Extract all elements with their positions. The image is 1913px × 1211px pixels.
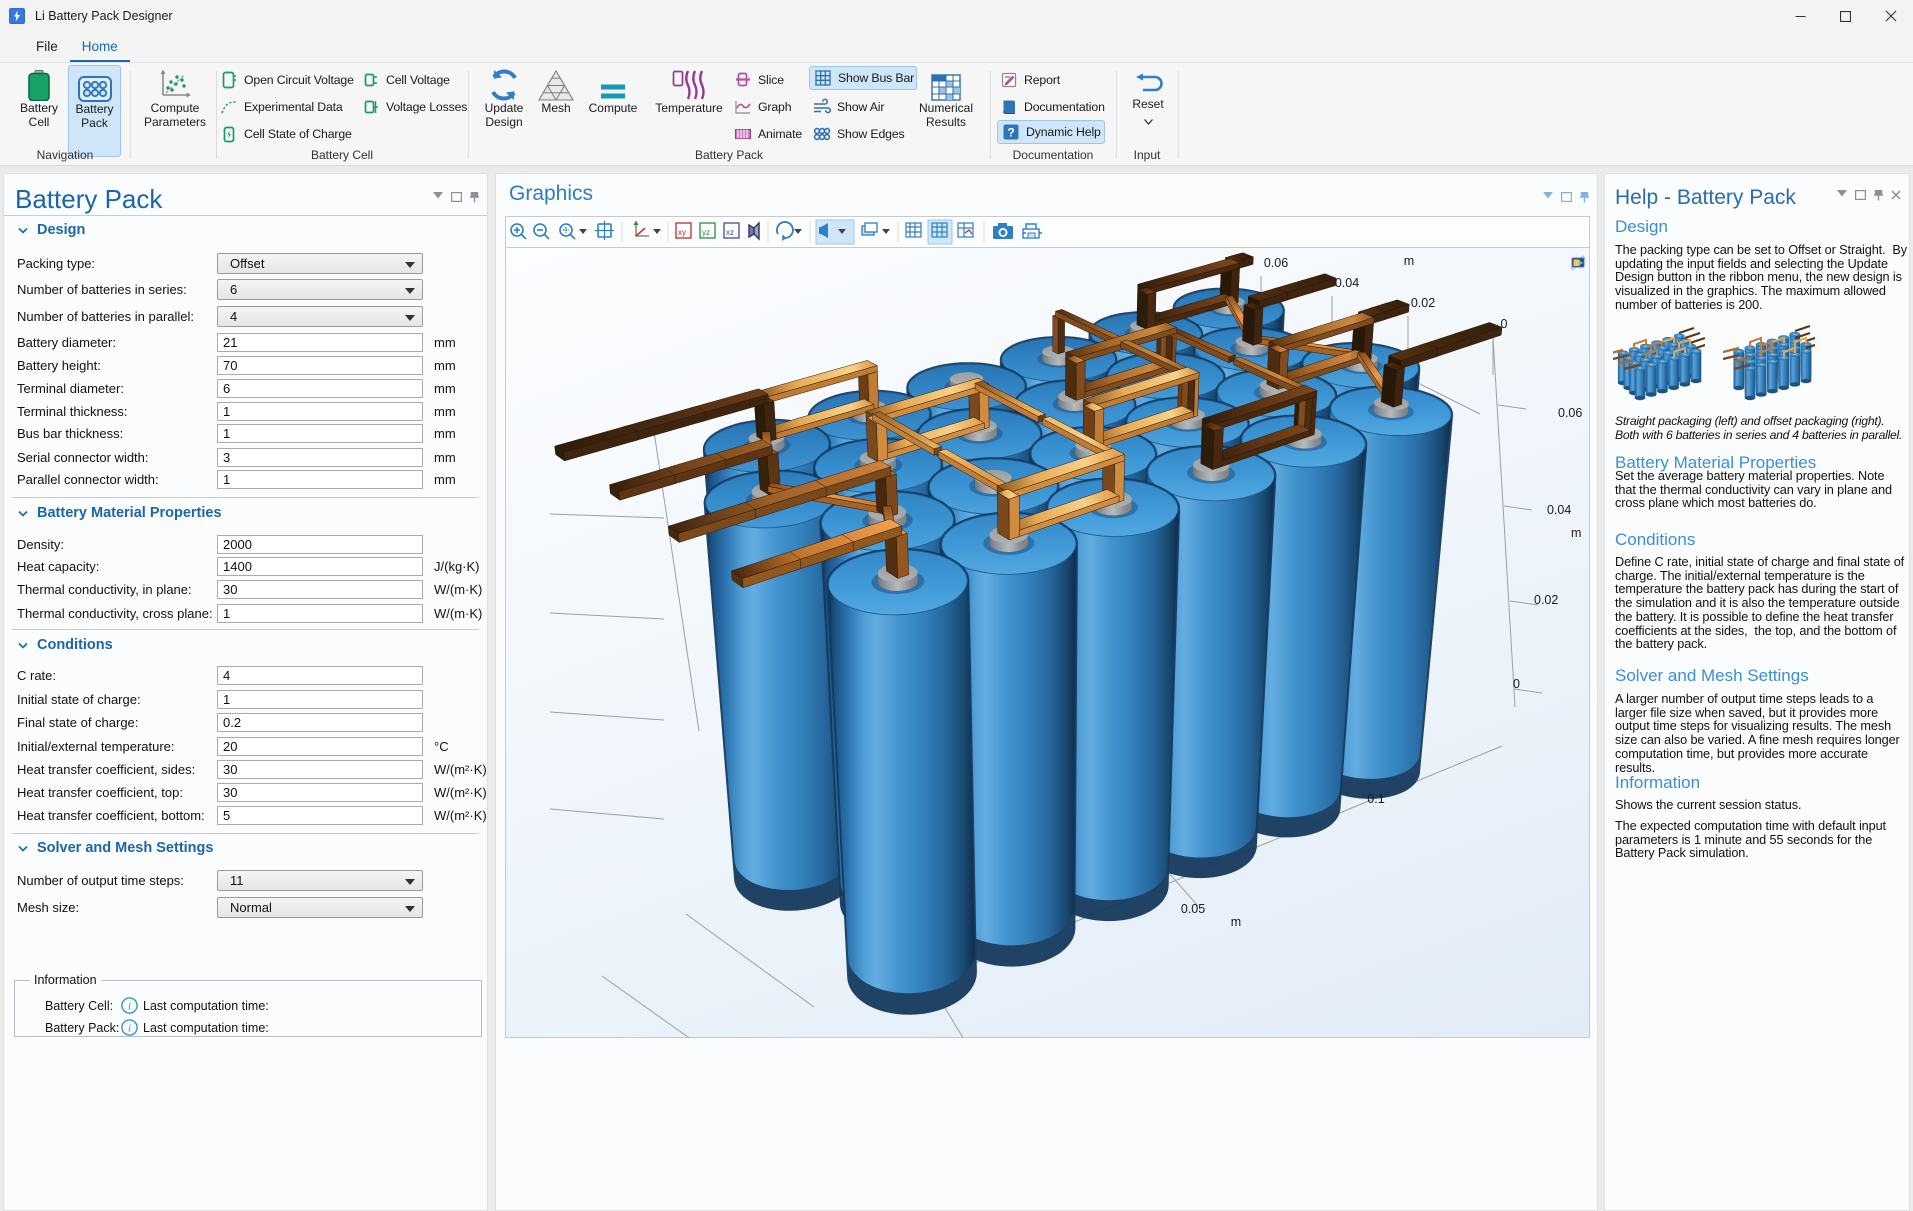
- svg-text:i: i: [128, 1001, 131, 1013]
- svg-text:i: i: [128, 1023, 131, 1035]
- svg-text:0.04: 0.04: [1547, 503, 1571, 517]
- svg-text:m: m: [1571, 526, 1581, 540]
- svg-text:0: 0: [1501, 317, 1508, 331]
- svg-text:xy: xy: [678, 228, 686, 237]
- svg-text:?: ?: [1007, 126, 1014, 140]
- svg-text:0.06: 0.06: [1558, 406, 1582, 420]
- svg-text:yz: yz: [702, 228, 710, 237]
- svg-text:m: m: [1404, 254, 1414, 268]
- svg-text:0.1: 0.1: [1367, 792, 1384, 806]
- svg-text:0.05: 0.05: [1181, 902, 1205, 916]
- svg-text:xz: xz: [726, 228, 734, 237]
- svg-text:0: 0: [956, 1036, 963, 1038]
- svg-text:0.02: 0.02: [1411, 296, 1435, 310]
- svg-text:0.06: 0.06: [1264, 256, 1288, 270]
- svg-text:m: m: [1231, 915, 1241, 929]
- svg-text:0: 0: [1513, 677, 1520, 691]
- svg-text:0.02: 0.02: [1534, 593, 1558, 607]
- svg-text:0.04: 0.04: [1335, 276, 1359, 290]
